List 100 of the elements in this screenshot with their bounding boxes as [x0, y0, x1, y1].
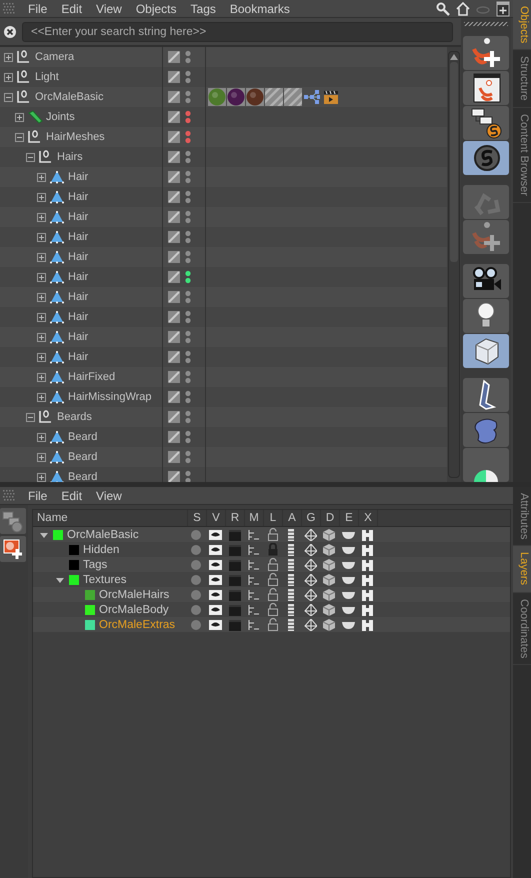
- panel-tab[interactable]: Objects: [513, 0, 531, 50]
- column-header[interactable]: R: [226, 510, 245, 526]
- expand-icon[interactable]: [37, 312, 46, 322]
- object-name[interactable]: HairFixed: [68, 371, 116, 383]
- expand-icon[interactable]: [37, 332, 46, 342]
- expand-icon[interactable]: [37, 292, 46, 302]
- unlocked-icon[interactable]: [266, 558, 278, 571]
- visibility-dots[interactable]: [185, 350, 191, 364]
- visibility-dots[interactable]: [185, 390, 191, 404]
- material-tag-icon[interactable]: [227, 88, 245, 106]
- solo-dot-icon[interactable]: [190, 588, 203, 600]
- visibility-dots[interactable]: [185, 450, 191, 464]
- collapse-icon[interactable]: [4, 92, 13, 102]
- material-tag-icon[interactable]: [246, 88, 264, 106]
- menu-item[interactable]: Edit: [54, 488, 90, 502]
- pyramid-icon[interactable]: [304, 574, 317, 586]
- menu-item[interactable]: Edit: [54, 2, 90, 16]
- visibility-dots[interactable]: [185, 270, 191, 284]
- visibility-dots[interactable]: [185, 470, 191, 482]
- layer-name[interactable]: OrcMaleBasic: [67, 528, 139, 540]
- object-name[interactable]: Beard: [68, 431, 98, 443]
- object-name[interactable]: Hairs: [57, 151, 83, 163]
- menu-item[interactable]: File: [21, 2, 54, 16]
- pyramid-icon[interactable]: [304, 618, 317, 630]
- palette-button[interactable]: [463, 448, 509, 482]
- visibility-dots[interactable]: [185, 290, 191, 304]
- scroll-up-arrow-icon[interactable]: [450, 54, 458, 60]
- visibility-dots[interactable]: [185, 230, 191, 244]
- hierarchy-icon[interactable]: [247, 604, 260, 616]
- eye-icon[interactable]: [209, 544, 222, 556]
- color-swatch[interactable]: [85, 620, 95, 630]
- object-name[interactable]: Hair: [68, 291, 88, 303]
- color-swatch[interactable]: [69, 544, 79, 554]
- hierarchy-icon[interactable]: [247, 618, 260, 630]
- palette-button[interactable]: [463, 378, 509, 412]
- object-name[interactable]: Hair: [68, 271, 88, 283]
- solo-dot-icon[interactable]: [190, 604, 203, 616]
- grip-icon[interactable]: [3, 2, 15, 14]
- expand-icon[interactable]: [37, 212, 46, 222]
- pyramid-icon[interactable]: [304, 588, 317, 600]
- column-header[interactable]: E: [340, 510, 359, 526]
- object-name[interactable]: OrcMaleBasic: [35, 91, 104, 103]
- menu-item[interactable]: Objects: [128, 2, 184, 16]
- color-swatch[interactable]: [69, 574, 79, 584]
- visibility-dots[interactable]: [185, 50, 191, 64]
- column-header[interactable]: D: [321, 510, 340, 526]
- collapse-arrow-icon[interactable]: [39, 530, 49, 538]
- visibility-dots[interactable]: [185, 90, 191, 104]
- visibility-dots[interactable]: [185, 250, 191, 264]
- collapse-icon[interactable]: [26, 412, 35, 422]
- object-name[interactable]: HairMissingWrap: [68, 391, 152, 403]
- pyramid-icon[interactable]: [304, 558, 317, 570]
- hierarchy-icon[interactable]: [247, 588, 260, 600]
- solo-dot-icon[interactable]: [190, 574, 203, 586]
- object-name[interactable]: Beard: [68, 471, 98, 482]
- column-header[interactable]: S: [188, 510, 207, 526]
- unlocked-icon[interactable]: [266, 528, 278, 541]
- search-icon[interactable]: [436, 2, 450, 16]
- collapse-icon[interactable]: [26, 152, 35, 162]
- scrollbar[interactable]: [448, 51, 460, 478]
- eye-icon[interactable]: [209, 558, 222, 570]
- eye-icon[interactable]: [209, 604, 222, 616]
- panel-tab[interactable]: Layers: [513, 546, 531, 592]
- expand-icon[interactable]: [37, 472, 46, 482]
- hierarchy-icon[interactable]: [247, 574, 260, 586]
- hierarchy-icon[interactable]: [247, 544, 260, 556]
- color-swatch[interactable]: [85, 590, 95, 600]
- layer-name[interactable]: Hidden: [83, 544, 120, 556]
- palette-button[interactable]: [463, 264, 509, 298]
- new-panel-icon[interactable]: [496, 0, 510, 16]
- object-name[interactable]: Hair: [68, 191, 88, 203]
- expand-icon[interactable]: [37, 432, 46, 442]
- solo-dot-icon[interactable]: [190, 528, 203, 540]
- pyramid-icon[interactable]: [304, 528, 317, 540]
- layer-name[interactable]: OrcMaleHairs: [99, 588, 170, 600]
- solo-dot-icon[interactable]: [190, 618, 203, 630]
- visibility-dots[interactable]: [185, 170, 191, 184]
- hierarchy-icon[interactable]: [247, 528, 260, 540]
- expand-icon[interactable]: [37, 232, 46, 242]
- layer-name[interactable]: OrcMaleBody: [99, 604, 169, 616]
- object-name[interactable]: Hair: [68, 311, 88, 323]
- solo-dot-icon[interactable]: [190, 558, 203, 570]
- visibility-dots[interactable]: [185, 410, 191, 424]
- expand-icon[interactable]: [37, 192, 46, 202]
- visibility-dots[interactable]: [185, 130, 191, 144]
- collapse-arrow-icon[interactable]: [55, 576, 65, 584]
- column-header[interactable]: Name: [33, 510, 188, 526]
- pyramid-icon[interactable]: [304, 544, 317, 556]
- panel-tab[interactable]: Content Browser: [513, 108, 531, 203]
- expand-icon[interactable]: [4, 72, 13, 82]
- object-name[interactable]: HairMeshes: [46, 131, 105, 143]
- visibility-dots[interactable]: [185, 150, 191, 164]
- eye-icon[interactable]: [209, 588, 222, 600]
- visibility-dots[interactable]: [185, 430, 191, 444]
- palette-button[interactable]: [463, 36, 509, 70]
- column-header[interactable]: A: [283, 510, 302, 526]
- menu-item[interactable]: Bookmarks: [222, 2, 297, 16]
- visibility-dots[interactable]: [185, 210, 191, 224]
- palette-button[interactable]: [463, 299, 509, 333]
- unlocked-icon[interactable]: [266, 588, 278, 601]
